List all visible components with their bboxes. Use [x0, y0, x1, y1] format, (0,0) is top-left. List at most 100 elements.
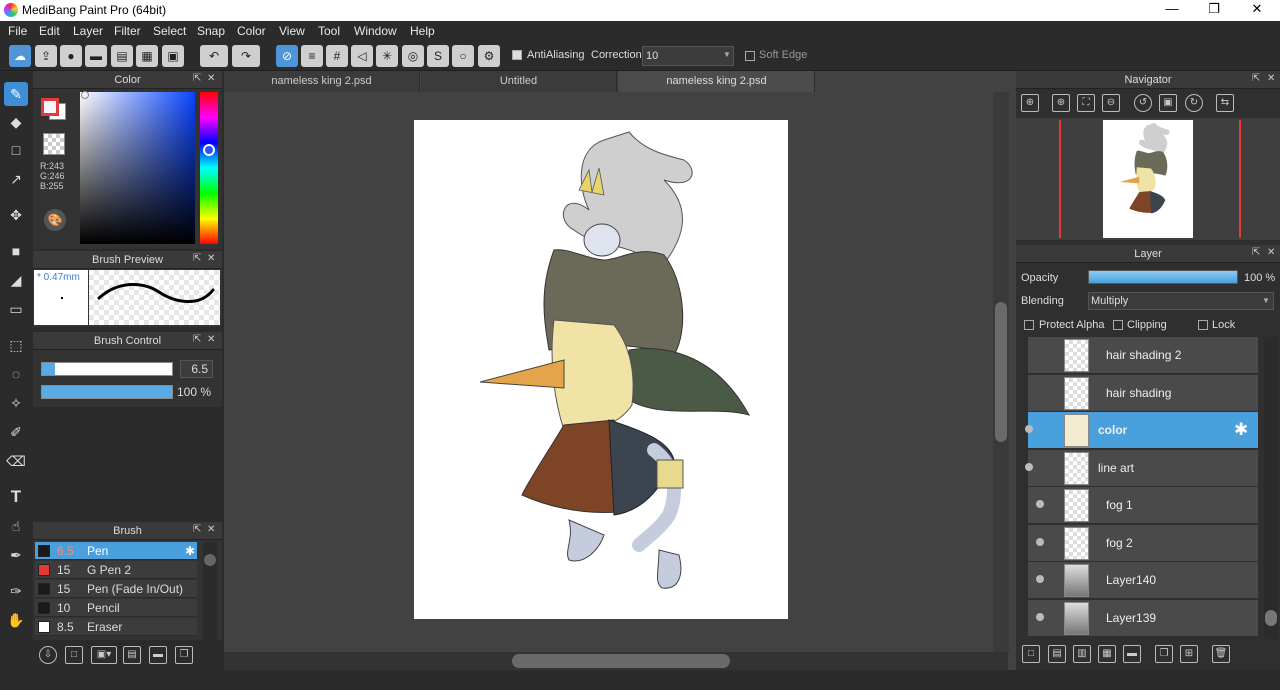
blending-dropdown[interactable]: Multiply ▼ — [1088, 292, 1274, 310]
upload-icon[interactable]: ⇪ — [35, 45, 57, 67]
rotate-left-icon[interactable]: ↺ — [1134, 94, 1152, 112]
new-layer-icon[interactable]: □ — [1022, 645, 1040, 663]
minimize-button[interactable]: — — [1160, 1, 1184, 19]
smudge-tool-icon[interactable]: ↗ — [4, 167, 28, 191]
brush-list-item[interactable]: 6.5 Pen ✱ — [35, 542, 197, 560]
clipping-checkbox[interactable] — [1113, 320, 1123, 330]
hue-slider-handle[interactable] — [203, 144, 215, 156]
zoom-in-icon[interactable]: ⊕ — [1052, 94, 1070, 112]
drawing-canvas[interactable] — [414, 120, 788, 619]
sv-picker-handle[interactable] — [81, 91, 89, 99]
lasso-tool-icon[interactable]: ◌ — [4, 362, 28, 386]
radial-snap-icon[interactable]: ✳ — [376, 45, 398, 67]
eyedropper-tool-icon[interactable]: ✒ — [4, 543, 28, 567]
brush-settings-icon[interactable]: ▤ — [123, 646, 141, 664]
brush-list-item[interactable]: 10 Pencil — [35, 599, 197, 617]
horizontal-scroll-thumb[interactable] — [512, 654, 730, 668]
snap-settings-icon[interactable]: ⚙ — [478, 45, 500, 67]
protect-alpha-checkbox[interactable] — [1024, 320, 1034, 330]
reset-view-icon[interactable]: ▣ — [1159, 94, 1177, 112]
transparent-color-swatch[interactable] — [43, 133, 65, 155]
panel-close-icon[interactable]: ✕ — [1267, 247, 1275, 258]
shape-tool-icon[interactable]: ■ — [4, 239, 28, 263]
gear-icon[interactable]: ✱ — [185, 542, 195, 560]
vertical-scroll-thumb[interactable] — [995, 302, 1007, 442]
palette-icon[interactable]: 🎨 — [44, 209, 66, 231]
parallel-snap-icon[interactable]: ≡ — [301, 45, 323, 67]
navigator-preview[interactable] — [1016, 118, 1280, 240]
soft-edge-checkbox[interactable] — [745, 51, 755, 61]
brush-opacity-slider[interactable] — [41, 385, 173, 399]
layer-item[interactable]: fog 2 — [1028, 524, 1258, 562]
tab-document-2[interactable]: Untitled — [421, 71, 617, 92]
circle-snap-icon[interactable]: ◎ — [402, 45, 424, 67]
duplicate-brush-icon[interactable]: ❐ — [175, 646, 193, 664]
popout-icon[interactable]: ⇱ — [193, 334, 201, 345]
panel-close-icon[interactable]: ✕ — [207, 73, 215, 84]
menu-filter[interactable]: Filter — [114, 24, 141, 38]
layer-list-scrollbar[interactable] — [1264, 337, 1278, 639]
pen-tool-icon[interactable]: ✑ — [4, 579, 28, 603]
duplicate-layer-icon[interactable]: ❐ — [1155, 645, 1173, 663]
speech-bubble-icon[interactable]: ● — [60, 45, 82, 67]
layer-item[interactable]: hair shading 2 — [1028, 337, 1258, 374]
menu-edit[interactable]: Edit — [39, 24, 60, 38]
gradient-tool-icon[interactable]: ▭ — [4, 297, 28, 321]
panel-close-icon[interactable]: ✕ — [207, 253, 215, 264]
bucket-tool-icon[interactable]: ◢ — [4, 268, 28, 292]
tab-document-1[interactable]: nameless king 2.psd — [224, 71, 420, 92]
popout-icon[interactable]: ⇱ — [1252, 247, 1260, 258]
menu-select[interactable]: Select — [153, 24, 186, 38]
flip-horizontal-icon[interactable]: ⇆ — [1216, 94, 1234, 112]
fit-screen-icon[interactable]: ⛶ — [1077, 94, 1095, 112]
visibility-icon[interactable] — [1036, 612, 1044, 621]
text-tool-icon[interactable]: T — [4, 485, 28, 509]
merge-layer-icon[interactable]: ⊞ — [1180, 645, 1198, 663]
brush-scroll-thumb[interactable] — [204, 554, 216, 566]
popout-icon[interactable]: ⇱ — [193, 524, 201, 535]
rotate-right-icon[interactable]: ↻ — [1185, 94, 1203, 112]
menu-tool[interactable]: Tool — [318, 24, 340, 38]
menu-layer[interactable]: Layer — [73, 24, 103, 38]
visibility-icon[interactable] — [1036, 500, 1044, 508]
primary-color-swatch[interactable] — [41, 98, 59, 116]
add-brush-menu-icon[interactable]: ▣▾ — [91, 646, 117, 664]
brush-list-scrollbar[interactable] — [203, 542, 217, 640]
lock-checkbox[interactable] — [1198, 320, 1208, 330]
panel-close-icon[interactable]: ✕ — [207, 524, 215, 535]
select-eraser-icon[interactable]: ⌫ — [4, 449, 28, 473]
layer-item[interactable]: hair shading — [1028, 374, 1258, 412]
folder-icon[interactable]: ▬ — [149, 646, 167, 664]
layer-item[interactable]: color ✱ — [1025, 412, 1258, 449]
menu-color[interactable]: Color — [237, 24, 266, 38]
layer-item[interactable]: Layer140 — [1028, 562, 1258, 599]
perspective-snap-icon[interactable]: ◁ — [351, 45, 373, 67]
brush-tool-icon[interactable]: ✎ — [4, 82, 28, 106]
panel-layout-icon[interactable]: ▦ — [136, 45, 158, 67]
menu-help[interactable]: Help — [410, 24, 435, 38]
tab-document-3[interactable]: nameless king 2.psd — [619, 71, 815, 92]
menu-snap[interactable]: Snap — [197, 24, 225, 38]
canvas-vertical-scrollbar[interactable] — [993, 92, 1009, 652]
grid-snap-icon[interactable]: # — [326, 45, 348, 67]
new-brush-icon[interactable]: □ — [65, 646, 83, 664]
dot-tool-icon[interactable]: □ — [4, 138, 28, 162]
zoom-out-icon[interactable]: ⊖ — [1102, 94, 1120, 112]
ellipse-snap-icon[interactable]: ○ — [452, 45, 474, 67]
new-8bit-layer-icon[interactable]: ▦ — [1098, 645, 1116, 663]
brush-size-value[interactable]: 6.5 — [180, 360, 213, 378]
layer-item[interactable]: fog 1 — [1028, 487, 1258, 524]
page-icon[interactable]: ▤ — [111, 45, 133, 67]
popout-icon[interactable]: ⇱ — [193, 73, 201, 84]
frame-icon[interactable]: ▣ — [162, 45, 184, 67]
cloud-download-icon[interactable]: ⇩ — [39, 646, 57, 664]
visibility-icon[interactable] — [1025, 462, 1033, 471]
gear-icon[interactable]: ✱ — [1234, 420, 1248, 440]
menu-window[interactable]: Window — [354, 24, 397, 38]
select-tool-icon[interactable]: ⬚ — [4, 333, 28, 357]
saturation-value-picker[interactable] — [80, 91, 195, 244]
visibility-icon[interactable] — [1036, 537, 1044, 546]
move-tool-icon[interactable]: ✥ — [4, 203, 28, 227]
canvas-area[interactable]: nameless king 2.psd Untitled nameless ki… — [224, 71, 1016, 670]
zoom-in-icon[interactable]: ⊕ — [1021, 94, 1039, 112]
